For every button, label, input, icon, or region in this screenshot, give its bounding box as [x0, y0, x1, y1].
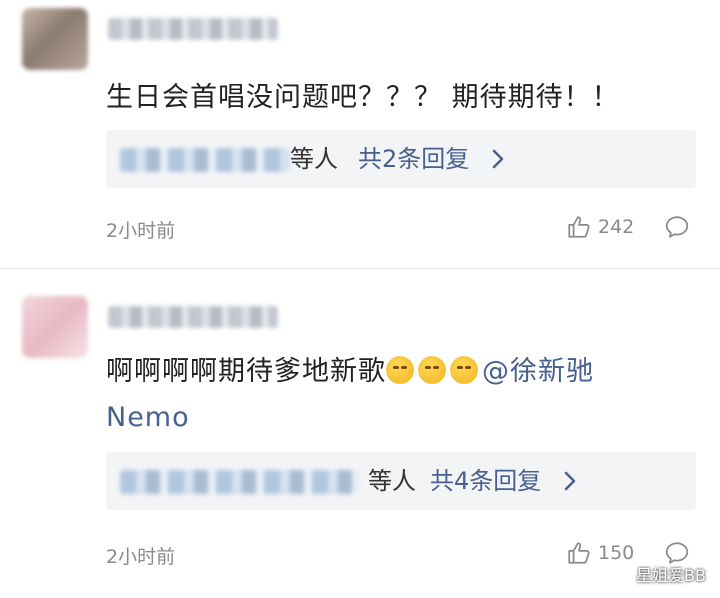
mention-link-continued[interactable]: Nemo	[106, 392, 190, 444]
divider	[0, 268, 720, 269]
wechat-icon	[611, 567, 631, 582]
grimace-emoji-icon	[386, 356, 414, 384]
grimace-emoji-icon	[418, 356, 446, 384]
thumbs-up-icon[interactable]	[566, 214, 592, 240]
comment-time: 2小时前	[106, 220, 176, 242]
reply-count-link[interactable]: 共4条回复	[430, 464, 541, 498]
like-count: 150	[598, 542, 635, 564]
comment-text: 啊啊啊啊期待爹地新歌 @徐新驰	[106, 346, 594, 398]
thumbs-up-icon[interactable]	[566, 540, 592, 566]
reply-preview[interactable]: 等人 共2条回复	[106, 130, 696, 188]
username-blurred[interactable]	[108, 18, 278, 40]
chevron-right-icon	[564, 471, 576, 491]
avatar[interactable]	[22, 8, 88, 70]
comment-text: 生日会首唱没问题吧？？？ 期待期待！！	[106, 82, 620, 113]
comment-time: 2小时前	[106, 546, 176, 568]
avatar[interactable]	[22, 296, 88, 358]
comment-text-main: 啊啊啊啊期待爹地新歌	[106, 356, 386, 387]
reply-users-suffix: 等人	[368, 467, 416, 495]
like-count: 242	[598, 216, 635, 238]
reply-users-suffix: 等人	[290, 145, 338, 173]
watermark: 星姐爱BB	[611, 562, 706, 586]
reply-comment-icon[interactable]	[664, 214, 690, 240]
reply-users-blurred	[120, 470, 360, 494]
username-blurred[interactable]	[108, 306, 278, 328]
chevron-right-icon	[492, 149, 504, 169]
mention-link[interactable]: @徐新驰	[482, 356, 594, 387]
watermark-text: 星姐爱BB	[636, 566, 706, 585]
grimace-emoji-icon	[450, 356, 478, 384]
reply-users-blurred	[120, 148, 290, 172]
reply-count-link[interactable]: 共2条回复	[358, 142, 469, 176]
reply-preview[interactable]: 等人 共4条回复	[106, 452, 696, 510]
